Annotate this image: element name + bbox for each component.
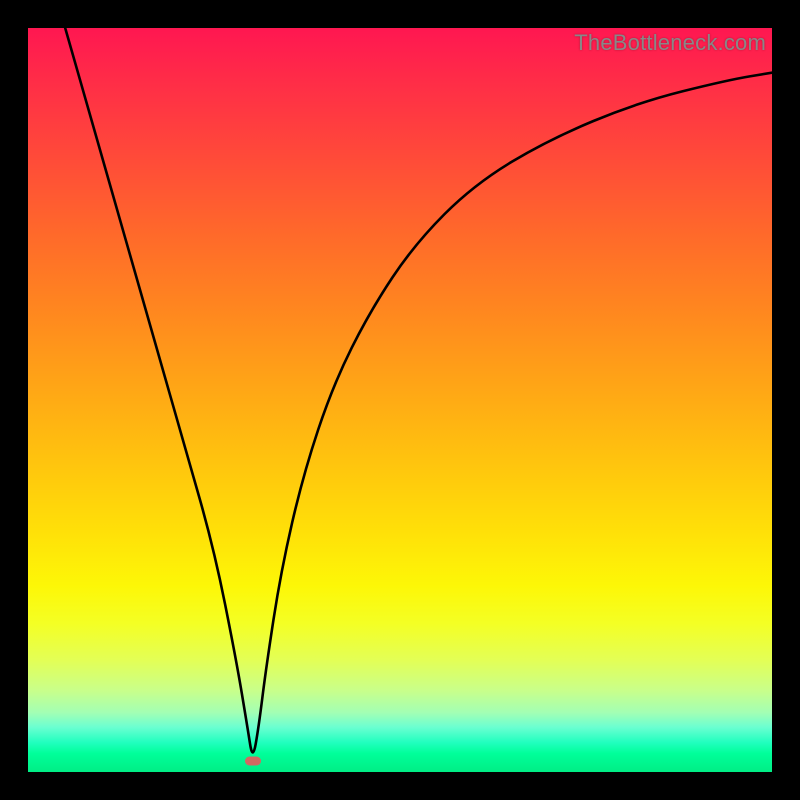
optimum-marker-icon xyxy=(245,756,261,765)
plot-area: TheBottleneck.com xyxy=(28,28,772,772)
chart-frame: TheBottleneck.com xyxy=(0,0,800,800)
bottleneck-curve xyxy=(28,28,772,772)
